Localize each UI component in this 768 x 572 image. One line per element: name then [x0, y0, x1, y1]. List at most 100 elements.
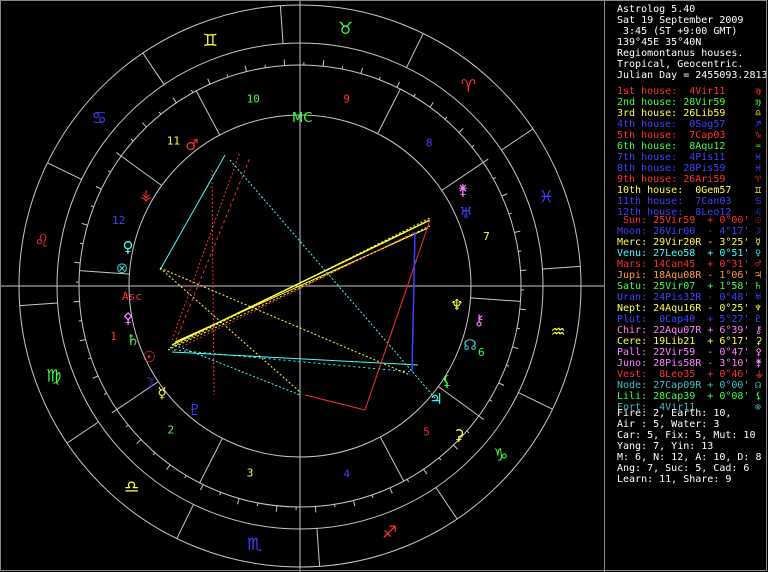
- row-glyph-icon: ☿: [755, 237, 762, 248]
- aspect-line: [159, 267, 301, 393]
- aspect-line: [304, 394, 366, 411]
- degree-tick: [519, 308, 526, 311]
- house-row: 8th house: 28Pis59: [617, 163, 726, 174]
- degree-tick: [116, 152, 122, 157]
- degree-tick: [423, 468, 428, 475]
- planet-icon: ⚵: [458, 181, 469, 199]
- row-glyph-icon: ♍: [755, 86, 762, 97]
- row-glyph-icon: ☉: [755, 215, 762, 226]
- degree-tick: [125, 424, 129, 428]
- house-number: 8: [426, 137, 433, 150]
- row-glyph-icon: ♎: [755, 108, 762, 119]
- header-line: Regiomontanus houses.: [617, 48, 744, 59]
- planet-row: Lili: 28Cap39 + 0°08': [617, 391, 750, 402]
- degree-tick: [352, 500, 356, 507]
- house-cusp: [438, 386, 480, 417]
- planet-icon: ♀: [123, 238, 134, 256]
- header-line: 139°45E 35°40N: [617, 37, 702, 48]
- house-number: 4: [343, 467, 350, 480]
- row-glyph-icon: ⊗: [755, 402, 762, 413]
- house-cusp: [199, 438, 223, 484]
- sign-divider: [542, 265, 581, 270]
- degree-tick: [438, 457, 442, 461]
- header-line: 3:45 (ST +9:00 GMT): [617, 26, 738, 37]
- planet-icon: ♆: [450, 296, 463, 314]
- degree-tick: [200, 484, 204, 491]
- planet-row: Juno: 28Pis58R - 3°10': [617, 358, 750, 369]
- degree-tick: [498, 382, 505, 386]
- sign-divider: [176, 504, 194, 539]
- degree-tick: [389, 487, 393, 494]
- house-number: 3: [247, 466, 254, 479]
- summary-line: Car: 5, Fix: 5, Mut: 10: [617, 430, 756, 441]
- degree-tick: [322, 60, 325, 67]
- aspect-line: [159, 267, 411, 376]
- sign-divider: [47, 162, 82, 180]
- row-glyph-icon: ♈: [755, 174, 762, 185]
- house-number: 5: [423, 426, 430, 439]
- aspect-line: [364, 219, 431, 411]
- planet-row: Uran: 24Pis32R - 0°48': [617, 292, 750, 303]
- zodiac-sign-icon: ♏: [247, 535, 262, 555]
- degree-tick: [236, 498, 240, 505]
- planet-icon: ☉: [142, 348, 155, 366]
- aspect-line: [171, 151, 241, 341]
- planet-icon: ☊: [463, 336, 476, 354]
- degree-tick: [81, 222, 88, 226]
- info-panel: Astrolog 5.40 Sat 19 September 2009 3:45 …: [604, 0, 768, 572]
- degree-tick: [219, 492, 222, 496]
- row-glyph-icon: ♍: [755, 97, 762, 108]
- degree-tick: [158, 111, 162, 115]
- degree-tick: [360, 67, 364, 74]
- row-glyph-icon: ♊: [755, 185, 762, 196]
- row-glyph-icon: ☊: [755, 380, 762, 391]
- degree-tick: [489, 399, 493, 402]
- planet-row: Jupi: 18Aqu08R - 1°06': [617, 270, 750, 281]
- planet-row: Chir: 22Aqu07R + 6°39': [617, 325, 750, 336]
- planet-icon: ♅: [459, 204, 472, 222]
- degree-tick: [506, 364, 510, 367]
- degree-tick: [95, 186, 102, 190]
- row-glyph-icon: ♀: [755, 248, 762, 259]
- planet-icon: ♇: [188, 401, 201, 419]
- sign-divider: [142, 52, 165, 85]
- row-glyph-icon: ♅: [755, 292, 762, 303]
- degree-tick: [413, 93, 416, 97]
- sign-divider: [19, 302, 58, 307]
- zodiac-sign-icon: ♋: [92, 109, 107, 129]
- zodiac-sign-icon: ♑: [493, 445, 508, 465]
- degree-tick: [166, 464, 171, 470]
- row-glyph-icon: ♐: [755, 119, 762, 130]
- degree-tick: [466, 430, 470, 434]
- planet-icon: ⚴: [123, 309, 134, 327]
- planet-row: Plut: 0Cap40 + 5°27': [617, 314, 750, 325]
- zodiac-sign-icon: ♌: [34, 232, 49, 252]
- degree-tick: [79, 338, 86, 342]
- degree-tick: [406, 479, 410, 483]
- summary-line: Ang: 7, Suc: 5, Cad: 6: [617, 463, 750, 474]
- house-number: 11: [167, 134, 180, 147]
- row-glyph-icon: ♂: [755, 259, 762, 270]
- row-glyph-icon: ⚸: [755, 391, 763, 402]
- house-number: 12: [112, 214, 125, 227]
- degree-tick: [184, 475, 187, 479]
- degree-tick: [493, 176, 497, 180]
- planet-row: Node: 27Cap09R + 0°00': [617, 380, 750, 391]
- aspect-line: [411, 231, 416, 373]
- degree-tick: [92, 375, 99, 379]
- sign-divider: [66, 421, 99, 444]
- sign-divider: [518, 392, 553, 410]
- planet-icon: ⚶: [140, 186, 153, 204]
- degree-tick: [453, 444, 459, 450]
- sign-divider: [316, 528, 321, 567]
- zodiac-sign-icon: ♉: [338, 19, 353, 39]
- degree-tick: [80, 242, 84, 245]
- sign-divider: [406, 33, 424, 68]
- aspect-line: [159, 154, 226, 271]
- degree-tick: [378, 76, 381, 80]
- degree-tick: [88, 357, 92, 360]
- house-number: 1: [110, 330, 117, 343]
- degree-tick: [152, 452, 156, 456]
- degree-tick: [429, 102, 434, 108]
- planet-icon: ♂: [185, 136, 198, 154]
